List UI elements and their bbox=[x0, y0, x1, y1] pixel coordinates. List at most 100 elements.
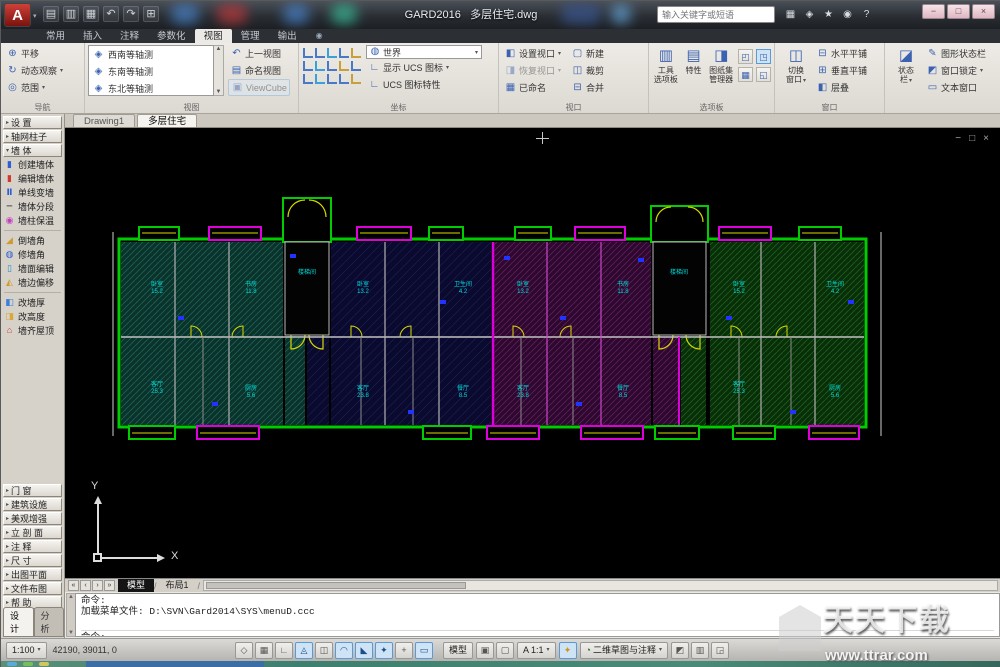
sidebar-item[interactable]: ▮编辑墙体 bbox=[1, 171, 64, 185]
view-list-scrollbar[interactable]: ▲▼ bbox=[214, 45, 224, 96]
ucs-preset-button[interactable] bbox=[351, 61, 361, 71]
view-list-item[interactable]: ◈西南等轴测 bbox=[89, 46, 213, 63]
text-window-button[interactable]: ▭文本窗口 bbox=[924, 79, 988, 96]
properties-button[interactable]: ▤特性 bbox=[680, 45, 708, 84]
tile-vertical-button[interactable]: ⊞垂直平铺 bbox=[814, 62, 869, 79]
ucs-preset-button[interactable] bbox=[351, 74, 361, 84]
view-list-item[interactable]: ◈东南等轴测 bbox=[89, 63, 213, 80]
sidebar-section-header[interactable]: ▸注 释 bbox=[3, 540, 62, 553]
star-icon[interactable]: ★ bbox=[821, 7, 836, 23]
annotation-visibility-icon[interactable]: ✦ bbox=[559, 642, 577, 659]
set-viewport-button[interactable]: ◧设置视口▾ bbox=[502, 45, 563, 62]
scroll-down-icon[interactable]: ▼ bbox=[216, 89, 222, 95]
named-viewport-button[interactable]: ▦已命名 bbox=[502, 79, 563, 96]
sidebar-section-header[interactable]: ▸设 置 bbox=[3, 116, 62, 129]
scrollbar-thumb[interactable] bbox=[206, 582, 466, 589]
polar-toggle[interactable]: ◬ bbox=[295, 642, 313, 659]
ucs-preset-button[interactable] bbox=[303, 74, 313, 84]
cascade-button[interactable]: ◧层叠 bbox=[814, 79, 869, 96]
ucs-preset-button[interactable] bbox=[315, 74, 325, 84]
sidebar-section-header[interactable]: ▸出图平面 bbox=[3, 568, 62, 581]
new-viewport-button[interactable]: ▢新建 bbox=[569, 45, 606, 62]
quick-view-drawings-icon[interactable]: ▢ bbox=[496, 642, 514, 659]
layout-tab-布局1[interactable]: 布局1 bbox=[157, 579, 198, 592]
ribbon-tab-注释[interactable]: 注释 bbox=[111, 29, 148, 43]
ucs-icon-properties-button[interactable]: ∟UCS 图标特性 bbox=[366, 76, 482, 93]
save-icon[interactable]: ▦ bbox=[83, 6, 99, 22]
otrack-toggle[interactable]: ◠ bbox=[335, 642, 353, 659]
drawing-canvas[interactable]: −□× bbox=[65, 128, 1000, 578]
ucs-preset-button[interactable] bbox=[339, 48, 349, 58]
minimize-button[interactable]: − bbox=[922, 4, 945, 19]
sheet-set-manager-button[interactable]: ◨图纸集管理器 bbox=[707, 45, 735, 84]
sidebar-section-header[interactable]: ▸美观增强 bbox=[3, 512, 62, 525]
doc-minimize-button[interactable]: − bbox=[955, 133, 961, 144]
sidebar-item[interactable]: ◧改墙厚 bbox=[1, 295, 64, 309]
document-tab[interactable]: 多层住宅 bbox=[137, 114, 197, 127]
sidebar-section-header[interactable]: ▸建筑设施 bbox=[3, 498, 62, 511]
close-button[interactable]: × bbox=[972, 4, 995, 19]
view-list-item[interactable]: ◈东北等轴测 bbox=[89, 80, 213, 96]
sidebar-item[interactable]: ▯墙面编辑 bbox=[1, 261, 64, 275]
ucs-preset-button[interactable] bbox=[303, 61, 313, 71]
plot-icon[interactable]: ⊞ bbox=[143, 6, 159, 22]
redo-icon[interactable]: ↷ bbox=[123, 6, 139, 22]
help-icon[interactable]: ? bbox=[859, 7, 874, 23]
model-space-button[interactable]: 模型 bbox=[443, 642, 473, 659]
ribbon-tab-插入[interactable]: 插入 bbox=[74, 29, 111, 43]
sphere-icon[interactable]: ◉ bbox=[840, 7, 855, 23]
scroll-up-icon[interactable]: ▲ bbox=[68, 594, 74, 600]
ucs-preset-button[interactable] bbox=[339, 74, 349, 84]
scale-control[interactable]: 1:100▾ bbox=[6, 642, 47, 659]
new-file-icon[interactable]: ▤ bbox=[43, 6, 59, 22]
command-scrollbar[interactable]: ▲▼ bbox=[66, 593, 75, 637]
horizontal-scrollbar[interactable] bbox=[203, 580, 998, 591]
window-lock-button[interactable]: ◩窗口锁定▾ bbox=[924, 62, 988, 79]
tile-horizontal-button[interactable]: ⊟水平平铺 bbox=[814, 45, 869, 62]
clean-screen-icon[interactable]: ◲ bbox=[711, 642, 729, 659]
scroll-up-icon[interactable]: ▲ bbox=[216, 46, 222, 52]
palette-mini-4-icon[interactable]: ◱ bbox=[756, 67, 771, 82]
join-viewport-button[interactable]: ⊟合并 bbox=[569, 79, 606, 96]
quick-view-layouts-icon[interactable]: ▣ bbox=[476, 642, 494, 659]
palette-mini-2-icon[interactable]: ◳ bbox=[756, 49, 771, 64]
doc-close-button[interactable]: × bbox=[983, 133, 989, 144]
sidebar-item[interactable]: ━墙体分段 bbox=[1, 199, 64, 213]
snap-toggle[interactable]: ◇ bbox=[235, 642, 253, 659]
show-ucs-icon-button[interactable]: ∟显示 UCS 图标▾ bbox=[366, 59, 482, 76]
scroll-down-icon[interactable]: ▼ bbox=[68, 630, 74, 636]
previous-view-button[interactable]: ↶上一视图 bbox=[228, 45, 290, 62]
sidebar-tab-设计[interactable]: 设计 bbox=[3, 607, 34, 637]
ucs-preset-button[interactable] bbox=[315, 48, 325, 58]
view-list[interactable]: ◈西南等轴测 ◈东南等轴测 ◈东北等轴测 bbox=[88, 45, 214, 96]
sidebar-item[interactable]: ⌂墙齐屋顶 bbox=[1, 323, 64, 337]
ducs-toggle[interactable]: ◣ bbox=[355, 642, 373, 659]
ucs-preset-button[interactable] bbox=[327, 48, 337, 58]
help-search-box[interactable] bbox=[657, 6, 775, 23]
open-file-icon[interactable]: ▥ bbox=[63, 6, 79, 22]
annotation-scale-control[interactable]: A 1:1▾ bbox=[517, 642, 556, 659]
app-logo-icon[interactable]: A bbox=[4, 3, 31, 27]
osnap-toggle[interactable]: ◫ bbox=[315, 642, 333, 659]
dyn-toggle[interactable]: ✦ bbox=[375, 642, 393, 659]
layout-tab-模型[interactable]: 模型 bbox=[118, 579, 154, 592]
sidebar-item[interactable]: ◍修墙角 bbox=[1, 247, 64, 261]
status-bar-button[interactable]: ◪状态栏▾ bbox=[888, 45, 924, 96]
sidebar-section-header[interactable]: ▾墙 体 bbox=[3, 144, 62, 157]
sidebar-item[interactable]: Ⅱ单线变墙 bbox=[1, 185, 64, 199]
ribbon-tab-管理[interactable]: 管理 bbox=[232, 29, 269, 43]
search-input[interactable] bbox=[658, 10, 774, 20]
sidebar-item[interactable]: ◭墙边偏移 bbox=[1, 275, 64, 289]
tool-palettes-button[interactable]: ▥工具选项板 bbox=[652, 45, 680, 84]
sidebar-section-header[interactable]: ▸尺 寸 bbox=[3, 554, 62, 567]
named-views-button[interactable]: ▤命名视图 bbox=[228, 62, 290, 79]
ucs-preset-button[interactable] bbox=[351, 48, 361, 58]
ribbon-tab-输出[interactable]: 输出 bbox=[269, 29, 306, 43]
ucs-named-combo[interactable]: ◍世界▾ bbox=[366, 45, 482, 59]
sidebar-item[interactable]: ◢倒墙角 bbox=[1, 233, 64, 247]
last-tab-icon[interactable]: » bbox=[104, 580, 115, 591]
exchange-icon[interactable]: ◈ bbox=[802, 7, 817, 23]
sidebar-item[interactable]: ◨改高度 bbox=[1, 309, 64, 323]
switch-windows-button[interactable]: ◫切换窗口▾ bbox=[778, 45, 814, 96]
next-tab-icon[interactable]: › bbox=[92, 580, 103, 591]
